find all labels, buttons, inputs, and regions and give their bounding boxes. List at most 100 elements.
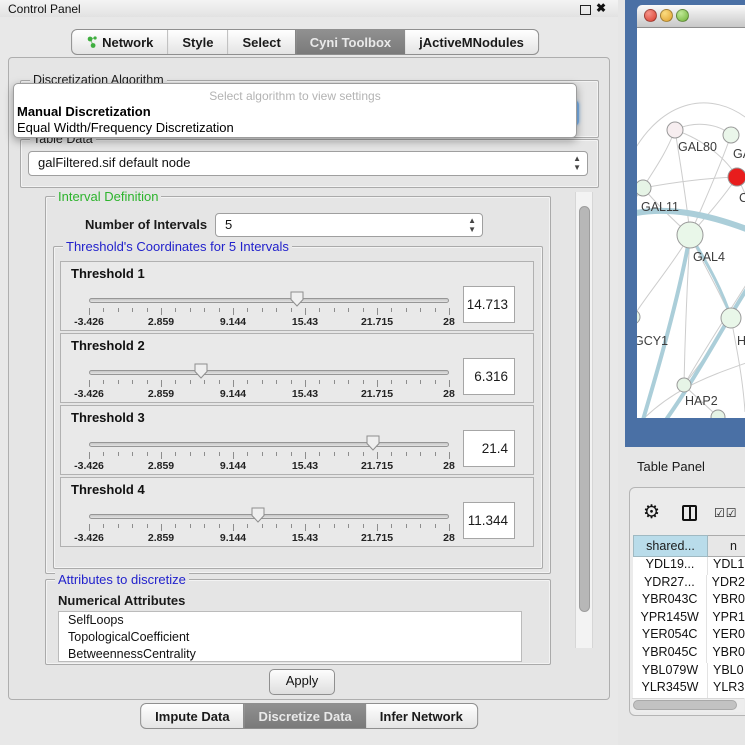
network-node[interactable] [677, 222, 703, 248]
threshold-panel: Threshold 3 -3.4262.8599.14415.4321.7152… [60, 405, 534, 475]
cell-name: YLR3 [708, 680, 744, 698]
slider-thumb-icon[interactable] [194, 363, 208, 379]
threshold-label: Threshold 2 [71, 338, 145, 353]
algorithm-placeholder: Select algorithm to view settings [14, 89, 576, 103]
table-data-combo-value: galFiltered.sif default node [38, 155, 190, 170]
select-columns-icon[interactable]: ☑☑ [714, 506, 738, 520]
tab-infer-network[interactable]: Infer Network [366, 704, 477, 728]
attribute-list-item[interactable]: TopologicalCoefficient [59, 629, 521, 646]
threshold-slider[interactable]: -3.4262.8599.14415.4321.71528 [89, 506, 449, 546]
slider-tick-label: 21.715 [361, 316, 393, 328]
close-icon[interactable]: ✖ [596, 1, 606, 15]
threshold-slider[interactable]: -3.4262.8599.14415.4321.71528 [89, 362, 449, 402]
split-columns-icon[interactable] [682, 505, 697, 521]
slider-track[interactable] [89, 514, 449, 519]
cell-shared-name: YDL19... [633, 557, 708, 575]
slider-tick-label: 9.144 [220, 388, 246, 400]
network-node[interactable] [728, 168, 745, 186]
slider-thumb-icon[interactable] [290, 291, 304, 307]
network-tab-icon [86, 35, 97, 49]
table-row[interactable]: YER054CYER0 [633, 627, 745, 645]
network-node-label: GA [733, 147, 745, 161]
attribute-list-item[interactable]: BetweennessCentrality [59, 646, 521, 662]
float-window-icon[interactable] [580, 5, 591, 15]
threshold-value-field[interactable]: 14.713 [463, 286, 515, 323]
slider-track[interactable] [89, 442, 449, 447]
table-data-combo[interactable]: galFiltered.sif default node ▲▼ [28, 151, 588, 176]
slider-tick-label: 9.144 [220, 460, 246, 472]
algorithm-option-equal-width[interactable]: Equal Width/Frequency Discretization [17, 120, 234, 135]
tab-cyni-toolbox[interactable]: Cyni Toolbox [295, 30, 405, 54]
table-row[interactable]: YDR27...YDR2 [633, 575, 745, 593]
gear-icon[interactable]: ⚙ [643, 501, 660, 524]
close-traffic-light-icon[interactable] [644, 9, 657, 22]
column-header-shared-name[interactable]: shared... [633, 535, 708, 557]
column-header-name[interactable]: n [708, 535, 745, 557]
table-row[interactable]: YBL079WYBL0 [633, 663, 745, 681]
threshold-value-field[interactable]: 11.344 [463, 502, 515, 539]
panel-scrollbar-thumb[interactable] [579, 206, 590, 612]
slider-track[interactable] [89, 298, 449, 303]
slider-thumb-icon[interactable] [366, 435, 380, 451]
network-node[interactable] [723, 127, 739, 143]
table-hscroll-thumb[interactable] [633, 700, 737, 710]
network-canvas[interactable]: GAL80GACGAL11GAL4GCY1HHAP2 [637, 28, 745, 418]
network-node[interactable] [711, 410, 725, 418]
tab-select[interactable]: Select [227, 30, 294, 54]
slider-tick-label: 28 [443, 460, 455, 472]
slider-thumb-icon[interactable] [251, 507, 265, 523]
cell-name: YDL1 [708, 557, 744, 575]
panel-vertical-scrollbar[interactable] [575, 192, 593, 648]
algorithm-dropdown-popup: Select algorithm to view settings Manual… [13, 83, 577, 138]
tab-jactivemnodules[interactable]: jActiveMNodules [405, 30, 538, 54]
slider-tick-label: -3.426 [74, 460, 104, 472]
slider-tick-label: 21.715 [361, 388, 393, 400]
table-row[interactable]: YBR043CYBR0 [633, 592, 745, 610]
top-tab-bar: NetworkStyleSelectCyni Toolbox jActiveMNo… [71, 29, 539, 55]
network-node-label: GAL4 [693, 250, 725, 264]
tab-label: Infer Network [380, 709, 463, 724]
slider-tick-label: 21.715 [361, 532, 393, 544]
network-window: GAL80GACGAL11GAL4GCY1HHAP2 [625, 0, 745, 447]
tab-label: Discretize Data [259, 709, 352, 724]
tab-impute-data[interactable]: Impute Data [141, 704, 243, 728]
number-of-intervals-combo[interactable]: 5 ▲▼ [215, 213, 483, 237]
network-node[interactable] [677, 378, 691, 392]
tab-label: jActiveMNodules [419, 35, 524, 50]
apply-button[interactable]: Apply [269, 669, 335, 695]
number-of-intervals-label: Number of Intervals [85, 217, 207, 232]
threshold-value-field[interactable]: 6.316 [463, 358, 515, 395]
threshold-label: Threshold 3 [71, 410, 145, 425]
threshold-label: Threshold 4 [71, 482, 145, 497]
slider-track[interactable] [89, 370, 449, 375]
zoom-traffic-light-icon[interactable] [676, 9, 689, 22]
cell-name: YBL0 [708, 663, 744, 681]
tab-discretize-data[interactable]: Discretize Data [244, 704, 366, 728]
cell-shared-name: YBL079W [633, 663, 708, 681]
minimize-traffic-light-icon[interactable] [660, 9, 673, 22]
table-row[interactable]: YLR345WYLR3 [633, 680, 745, 698]
slider-tick-label: 28 [443, 532, 455, 544]
threshold-stack: Threshold 1 -3.4262.8599.14415.4321.7152… [60, 261, 534, 549]
tab-style[interactable]: Style [167, 30, 227, 54]
slider-ticks [89, 308, 449, 315]
numerical-attributes-list[interactable]: SelfLoopsTopologicalCoefficientBetweenne… [58, 611, 522, 662]
algorithm-option-manual[interactable]: Manual Discretization [17, 104, 151, 119]
threshold-slider[interactable]: -3.4262.8599.14415.4321.71528 [89, 290, 449, 330]
attribute-list-item[interactable]: SelfLoops [59, 612, 521, 629]
table-row[interactable]: YBR045CYBR0 [633, 645, 745, 663]
network-graph: GAL80GACGAL11GAL4GCY1HHAP2 [637, 28, 745, 418]
threshold-panel: Threshold 1 -3.4262.8599.14415.4321.7152… [60, 261, 534, 331]
network-node[interactable] [637, 180, 651, 196]
network-node[interactable] [721, 308, 741, 328]
slider-tick-labels: -3.4262.8599.14415.4321.71528 [89, 388, 449, 400]
table-row[interactable]: YDL19...YDL1 [633, 557, 745, 575]
threshold-slider[interactable]: -3.4262.8599.14415.4321.71528 [89, 434, 449, 474]
network-node[interactable] [667, 122, 683, 138]
tab-network[interactable]: Network [72, 30, 167, 54]
network-node[interactable] [637, 310, 640, 324]
table-row[interactable]: YPR145WYPR1 [633, 610, 745, 628]
table-horizontal-scrollbar[interactable] [632, 698, 744, 712]
slider-tick-label: 15.43 [292, 532, 318, 544]
threshold-value-field[interactable]: 21.4 [463, 430, 515, 467]
